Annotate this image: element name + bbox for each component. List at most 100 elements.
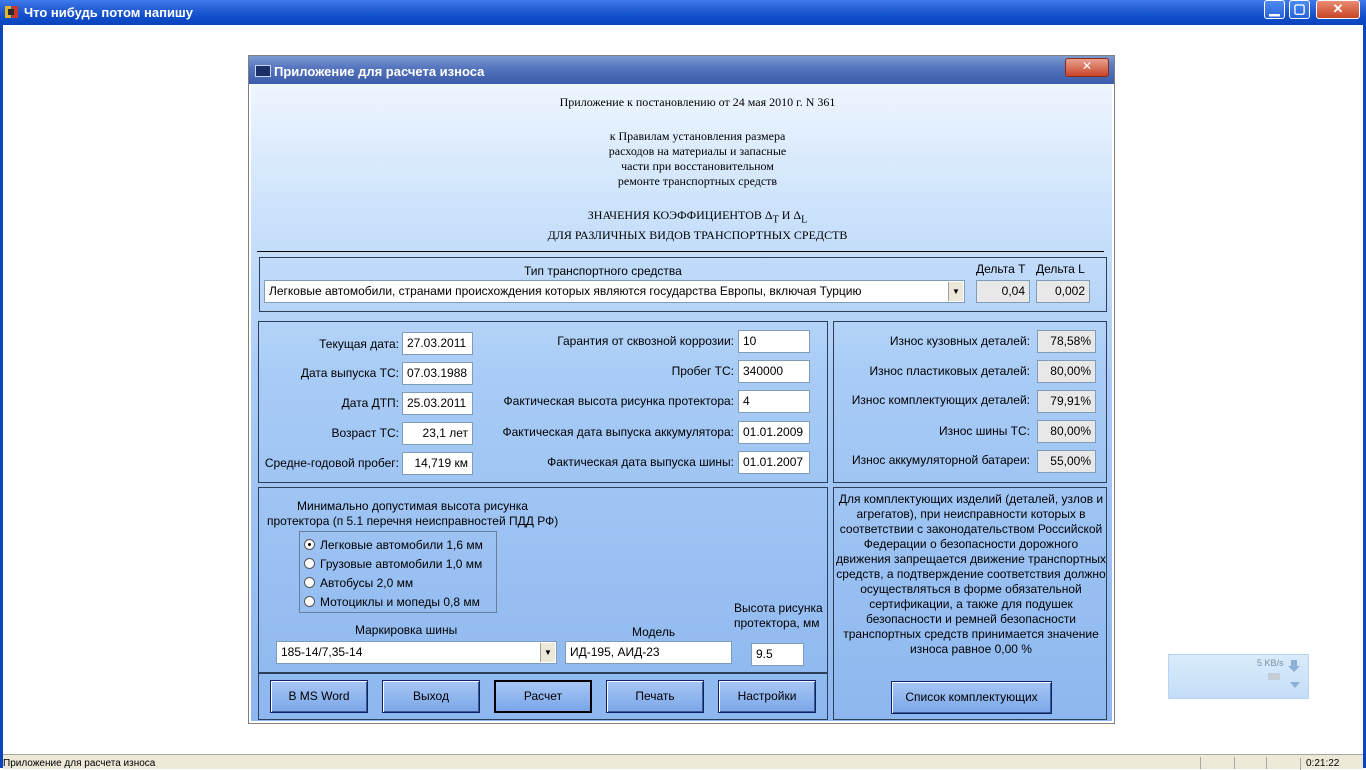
tread-min-radio-group: Легковые автомобили 1,6 мм Грузовые авто… [299, 531, 497, 613]
input-panel: Текущая дата: 27.03.2011 Дата выпуска ТС… [258, 321, 828, 483]
plastic-wear-label: Износ пластиковых деталей: [869, 364, 1030, 378]
release-date-label: Дата выпуска ТС: [300, 366, 399, 380]
calculate-button[interactable]: Расчет [494, 680, 592, 713]
coef-heading-2: ДЛЯ РАЗЛИЧНЫХ ВИДОВ ТРАНСПОРТНЫХ СРЕДСТВ [547, 228, 848, 242]
wear-results-panel: Износ кузовных деталей: 78,58% Износ пла… [833, 321, 1107, 483]
radio-button[interactable] [304, 558, 315, 569]
network-widget[interactable]: 5 KB/s [1168, 654, 1309, 699]
accident-date-field[interactable]: 25.03.2011 [402, 392, 473, 415]
radio-label: Мотоциклы и мопеды 0,8 мм [320, 595, 480, 609]
radio-bus[interactable]: Автобусы 2,0 мм [304, 575, 494, 591]
tire-marking-value: 185-14/7,35-14 [281, 645, 363, 659]
rules-line-3: части при восстановительном [621, 159, 774, 173]
coef-sub-l: L [801, 214, 808, 226]
rules-line-4: ремонте транспортных средств [617, 174, 778, 188]
minimize-button[interactable]: ▁ [1264, 0, 1285, 19]
tread-min-title-1: Минимально допустимая высота рисунка [297, 499, 528, 513]
tread-height-field[interactable]: 4 [738, 390, 810, 413]
status-cell [1200, 757, 1235, 769]
coef-and: И Δ [778, 208, 802, 222]
status-cell [1266, 757, 1301, 769]
corrosion-field[interactable]: 10 [738, 330, 810, 353]
mileage-label: Пробег ТС: [671, 364, 734, 378]
radio-truck[interactable]: Грузовые автомобили 1,0 мм [304, 556, 494, 572]
tire-marking-label: Маркировка шины [355, 623, 458, 637]
dialog-title-bar: Приложение для расчета износа ✕ [249, 56, 1114, 84]
status-text: Приложение для расчета износа [3, 758, 156, 769]
close-icon: ✕ [1081, 59, 1093, 73]
dialog-body: Приложение к постановлению от 24 мая 201… [251, 84, 1112, 721]
status-cell [1234, 757, 1267, 769]
radio-moto[interactable]: Мотоциклы и мопеды 0,8 мм [304, 594, 494, 610]
chevron-down-icon[interactable]: ▼ [948, 282, 963, 301]
accident-date-label: Дата ДТП: [341, 396, 399, 410]
status-clock: 0:21:22 [1300, 758, 1366, 770]
tire-marking-select[interactable]: 185-14/7,35-14 ▼ [276, 641, 557, 664]
ms-word-button[interactable]: В MS Word [270, 680, 368, 713]
delta-t-field: 0,04 [976, 280, 1030, 303]
radio-label: Автобусы 2,0 мм [320, 576, 414, 590]
tires-wear-label: Износ шины ТС: [938, 424, 1030, 438]
maximize-button[interactable]: ▢ [1289, 0, 1310, 19]
avg-mileage-field: 14,719 км [402, 452, 473, 475]
dialog-title: Приложение для расчета износа [274, 64, 485, 79]
vehicle-type-label: Тип транспортного средства [524, 264, 682, 278]
note-panel: Для комплектующих изделий (деталей, узло… [833, 487, 1107, 720]
vehicle-type-select[interactable]: Легковые автомобили, странами происхожде… [264, 280, 965, 303]
app-icon [4, 4, 20, 20]
battery-wear-value: 55,00% [1037, 450, 1096, 473]
components-wear-label: Износ комплектующих деталей: [851, 393, 1030, 407]
battery-date-field[interactable]: 01.01.2009 [738, 421, 810, 444]
status-bar: Приложение для расчета износа 0:21:22 [3, 754, 1366, 770]
divider [257, 251, 1104, 252]
settings-button[interactable]: Настройки [718, 680, 816, 713]
vehicle-type-value: Легковые автомобили, странами происхожде… [269, 284, 862, 298]
wear-calc-dialog: Приложение для расчета износа ✕ Приложен… [248, 55, 1115, 724]
tires-wear-value: 80,00% [1037, 420, 1096, 443]
close-icon: ✕ [1332, 1, 1344, 16]
chevron-down-icon[interactable]: ▼ [540, 643, 555, 662]
print-button[interactable]: Печать [606, 680, 704, 713]
tire-date-label: Фактическая дата выпуска шины: [547, 455, 734, 469]
coef-heading-1: ЗНАЧЕНИЯ КОЭФФИЦИЕНТОВ ΔТ И ΔL [251, 208, 1144, 225]
tread-height-label-1: Высота рисунка [734, 601, 823, 615]
close-button[interactable]: ✕ [1316, 0, 1360, 19]
dialog-app-icon [255, 65, 271, 77]
tread-height-label-2: протектора, мм [734, 616, 820, 630]
vehicle-age-label: Возраст ТС: [331, 426, 399, 440]
plastic-wear-value: 80,00% [1037, 360, 1096, 383]
tire-panel: Минимально допустимая высота рисунка про… [258, 487, 828, 673]
tread-height-input[interactable]: 9.5 [751, 643, 804, 666]
battery-date-label: Фактическая дата выпуска аккумулятора: [502, 425, 734, 439]
battery-wear-label: Износ аккумуляторной батареи: [851, 453, 1030, 467]
chevron-down-icon[interactable] [1289, 679, 1301, 689]
delta-t-label: Дельта T [976, 262, 1026, 276]
delta-l-field: 0,002 [1036, 280, 1090, 303]
tire-date-field[interactable]: 01.01.2007 [738, 451, 810, 474]
radio-button[interactable] [304, 577, 315, 588]
maximize-icon: ▢ [1293, 1, 1306, 16]
tire-model-field[interactable]: ИД-195, АИД-23 [565, 641, 732, 664]
radio-button[interactable] [304, 596, 315, 607]
release-date-field[interactable]: 07.03.1988 [402, 362, 473, 385]
radio-button[interactable] [304, 539, 315, 550]
vehicle-age-field: 23,1 лет [402, 422, 473, 445]
tire-model-label: Модель [632, 625, 676, 639]
radio-label: Легковые автомобили 1,6 мм [320, 538, 483, 552]
decree-line: Приложение к постановлению от 24 мая 201… [559, 95, 836, 109]
app-title: Что нибудь потом напишу [24, 5, 193, 20]
coef-text: ЗНАЧЕНИЯ КОЭФФИЦИЕНТОВ Δ [587, 208, 773, 222]
radio-label: Грузовые автомобили 1,0 мм [320, 557, 483, 571]
rules-line-2: расходов на материалы и запасные [608, 144, 787, 158]
mileage-field[interactable]: 340000 [738, 360, 810, 383]
note-text: Для комплектующих изделий (деталей, узло… [836, 492, 1106, 656]
body-wear-value: 78,58% [1037, 330, 1096, 353]
components-list-button[interactable]: Список комплектующих [891, 681, 1052, 714]
network-speed: 5 KB/s [1257, 658, 1284, 668]
body-wear-label: Износ кузовных деталей: [889, 334, 1030, 348]
radio-car[interactable]: Легковые автомобили 1,6 мм [304, 537, 494, 553]
current-date-field[interactable]: 27.03.2011 [402, 332, 473, 355]
exit-button[interactable]: Выход [382, 680, 480, 713]
minimize-icon: ▁ [1269, 1, 1280, 16]
dialog-close-button[interactable]: ✕ [1065, 58, 1109, 77]
